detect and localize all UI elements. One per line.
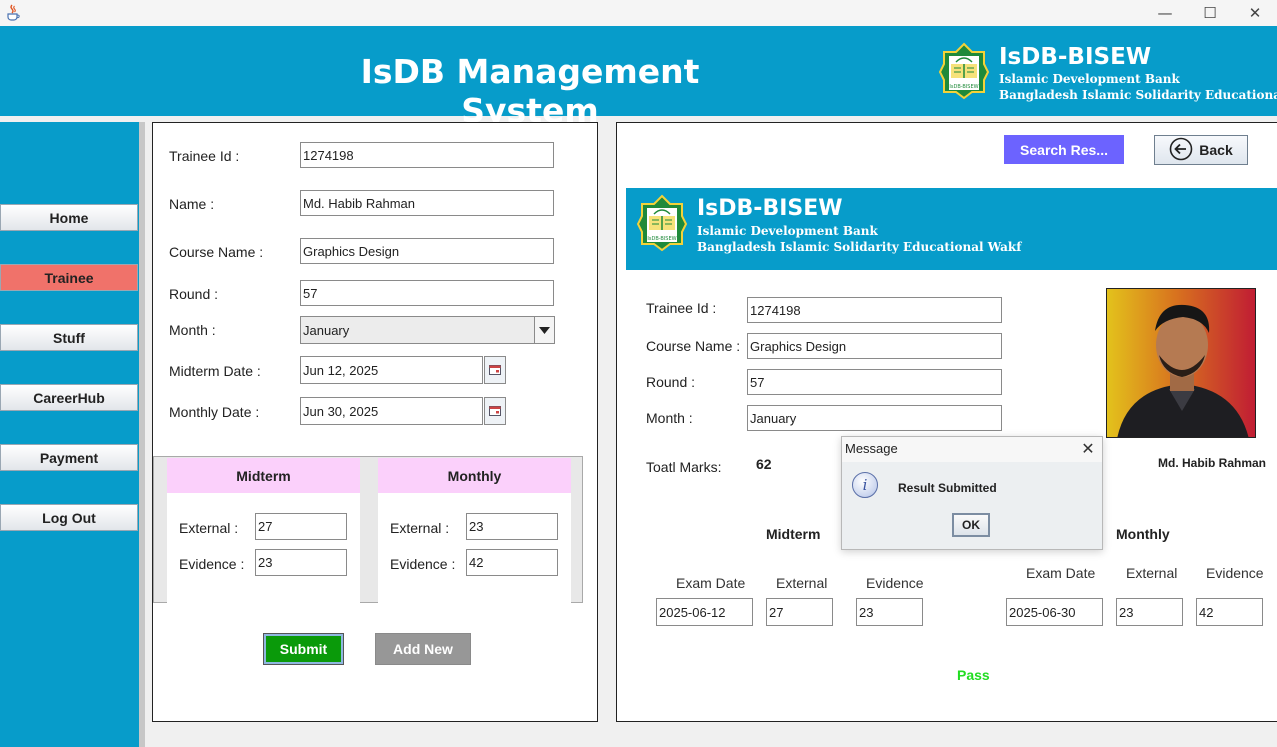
app-title: IsDB Management System	[360, 52, 700, 130]
result-monthly-evidence: 42	[1196, 598, 1263, 626]
result-midterm-external: 27	[766, 598, 833, 626]
java-app-icon	[5, 3, 21, 21]
brand-line-1: Islamic Development Bank	[999, 72, 1180, 86]
result-monthly-exam-date: 2025-06-30	[1006, 598, 1103, 626]
result-trainee-id-label: Trainee Id :	[646, 300, 717, 316]
chevron-down-icon[interactable]	[534, 316, 555, 344]
monthly-date-label: Monthly Date :	[169, 404, 260, 420]
monthly-evidence-label: Evidence :	[390, 556, 456, 572]
name-input[interactable]: Md. Habib Rahman	[300, 190, 554, 216]
close-window-button[interactable]: ✕	[1232, 0, 1277, 26]
dialog-close-icon[interactable]: ✕	[1078, 438, 1098, 458]
monthly-external-input[interactable]: 23	[466, 513, 558, 540]
result-month-label: Month :	[646, 410, 693, 426]
round-input[interactable]: 57	[300, 280, 554, 306]
result-course-label: Course Name :	[646, 338, 741, 354]
result-midterm-evidence: 23	[856, 598, 923, 626]
midterm-date-label: Midterm Date :	[169, 363, 261, 379]
result-round-field: 57	[747, 369, 1002, 395]
sidebar-item-stuff[interactable]: Stuff	[0, 324, 138, 351]
result-course-field: Graphics Design	[747, 333, 1002, 359]
ok-button[interactable]: OK	[952, 513, 990, 537]
dialog-message: Result Submitted	[898, 481, 997, 495]
window-titlebar	[0, 0, 1277, 26]
result-monthly-external: 23	[1116, 598, 1183, 626]
result-monthly-heading: Monthly	[1116, 526, 1170, 542]
calendar-icon[interactable]	[484, 397, 506, 425]
sidebar-item-payment[interactable]: Payment	[0, 444, 138, 471]
search-result-button[interactable]: Search Res...	[1004, 135, 1124, 164]
midterm-heading: Midterm	[167, 458, 360, 493]
sidebar-divider	[139, 122, 145, 747]
name-label: Name :	[169, 196, 215, 212]
result-midterm-exam-date: 2025-06-12	[656, 598, 753, 626]
monthly-external-label: External :	[390, 520, 450, 536]
result-brand-line-1: Islamic Development Bank	[697, 224, 878, 238]
sidebar-item-home[interactable]: Home	[0, 204, 138, 231]
result-midterm-external-header: External	[776, 575, 828, 591]
result-midterm-exam-date-header: Exam Date	[676, 575, 746, 591]
maximize-button[interactable]: ☐	[1187, 0, 1233, 26]
round-label: Round :	[169, 286, 219, 302]
calendar-icon[interactable]	[484, 356, 506, 384]
back-label: Back	[1199, 142, 1233, 158]
midterm-evidence-input[interactable]: 23	[255, 549, 347, 576]
minimize-button[interactable]: —	[1142, 0, 1188, 26]
midterm-external-input[interactable]: 27	[255, 513, 347, 540]
result-trainee-name: Md. Habib Rahman	[1158, 456, 1267, 470]
result-round-label: Round :	[646, 374, 696, 390]
isdb-logo-icon: IsDB-BISEW	[636, 194, 688, 252]
info-icon: i	[852, 472, 878, 498]
trainee-id-input[interactable]: 1274198	[300, 142, 554, 168]
sidebar-item-trainee[interactable]: Trainee	[0, 264, 138, 291]
result-brand-name: IsDB-BISEW	[697, 196, 843, 221]
isdb-logo-icon: IsDB-BISEW	[938, 42, 990, 100]
midterm-date-input[interactable]: Jun 12, 2025	[300, 356, 483, 384]
result-monthly-exam-date-header: Exam Date	[1026, 565, 1096, 581]
add-new-button[interactable]: Add New	[375, 633, 471, 665]
trainee-photo	[1106, 288, 1256, 438]
brand-line-2: Bangladesh Islamic Solidarity Educationa…	[999, 88, 1277, 102]
submit-button[interactable]: Submit	[263, 633, 344, 665]
total-marks-value: 62	[756, 456, 772, 472]
midterm-external-label: External :	[179, 520, 239, 536]
brand-name: IsDB-BISEW	[999, 44, 1152, 70]
result-midterm-evidence-header: Evidence	[866, 575, 924, 591]
result-trainee-id-field: 1274198	[747, 297, 1002, 323]
course-name-input[interactable]: Graphics Design	[300, 238, 554, 264]
monthly-heading: Monthly	[378, 458, 571, 493]
dialog-title: Message	[845, 441, 898, 456]
result-brand-line-2: Bangladesh Islamic Solidarity Educationa…	[697, 240, 1022, 254]
result-midterm-heading: Midterm	[766, 526, 821, 542]
monthly-date-input[interactable]: Jun 30, 2025	[300, 397, 483, 425]
sidebar-item-careerhub[interactable]: CareerHub	[0, 384, 138, 411]
trainee-id-label: Trainee Id :	[169, 148, 240, 164]
total-marks-label: Toatl Marks:	[646, 459, 722, 475]
svg-text:IsDB-BISEW: IsDB-BISEW	[949, 84, 978, 90]
month-label: Month :	[169, 322, 216, 338]
sidebar-item-logout[interactable]: Log Out	[0, 504, 138, 531]
result-month-field: January	[747, 405, 1002, 431]
back-arrow-icon	[1169, 137, 1193, 164]
back-button[interactable]: Back	[1154, 135, 1248, 165]
course-name-label: Course Name :	[169, 244, 264, 260]
month-select[interactable]: January	[300, 316, 535, 344]
monthly-evidence-input[interactable]: 42	[466, 549, 558, 576]
result-monthly-external-header: External	[1126, 565, 1178, 581]
result-status: Pass	[957, 667, 990, 683]
midterm-evidence-label: Evidence :	[179, 556, 245, 572]
svg-text:IsDB-BISEW: IsDB-BISEW	[647, 236, 676, 242]
result-monthly-evidence-header: Evidence	[1206, 565, 1264, 581]
